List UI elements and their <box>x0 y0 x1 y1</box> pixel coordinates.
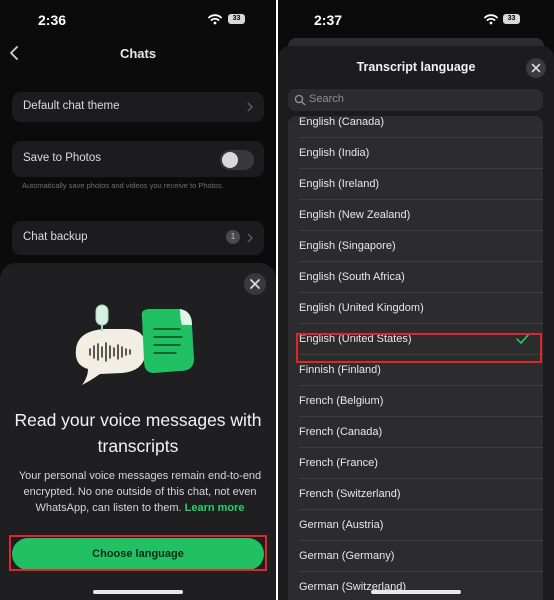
language-option[interactable]: German (Germany) <box>288 541 543 572</box>
default-chat-theme-row[interactable]: Default chat theme <box>12 92 264 122</box>
language-option[interactable]: English (Canada) <box>288 116 543 138</box>
home-indicator <box>93 590 183 594</box>
battery-indicator: 33 <box>503 14 520 24</box>
language-option-label: German (Austria) <box>299 519 384 531</box>
language-option-label: French (Switzerland) <box>299 488 401 500</box>
transcripts-bottom-sheet: Read your voice messages with transcript… <box>0 263 276 600</box>
language-option[interactable]: English (India) <box>288 138 543 169</box>
close-button[interactable] <box>526 58 546 78</box>
chevron-right-icon <box>247 233 253 243</box>
backup-count-badge: 1 <box>226 230 240 244</box>
language-option[interactable]: English (South Africa) <box>288 262 543 293</box>
language-option[interactable]: French (Belgium) <box>288 386 543 417</box>
close-icon <box>250 279 260 289</box>
status-bar: 2:36 33 <box>0 0 276 40</box>
battery-indicator: 33 <box>228 14 245 24</box>
language-option[interactable]: German (Switzerland) <box>288 572 543 600</box>
chat-backup-label: Chat backup <box>23 231 88 243</box>
language-option-label: French (France) <box>299 457 378 469</box>
language-option-label: English (Singapore) <box>299 240 396 252</box>
search-placeholder: Search <box>309 93 344 105</box>
search-icon <box>294 94 306 106</box>
wifi-icon <box>208 14 222 25</box>
wifi-icon <box>484 14 498 25</box>
language-option-label: French (Belgium) <box>299 395 384 407</box>
search-input[interactable]: Search <box>288 89 543 111</box>
chat-backup-row[interactable]: Chat backup 1 <box>12 221 264 255</box>
language-option-label: Finnish (Finland) <box>299 364 381 376</box>
language-option-label: English (India) <box>299 147 370 159</box>
language-option[interactable]: French (France) <box>288 448 543 479</box>
language-option[interactable]: German (Austria) <box>288 510 543 541</box>
language-option[interactable]: English (New Zealand) <box>288 200 543 231</box>
language-option-label: English (South Africa) <box>299 271 405 283</box>
default-chat-theme-label: Default chat theme <box>23 100 120 112</box>
status-time: 2:36 <box>38 12 67 28</box>
highlight-outline <box>9 535 267 571</box>
language-option[interactable]: English (Ireland) <box>288 169 543 200</box>
home-indicator <box>371 590 461 594</box>
selected-highlight-outline <box>296 333 542 363</box>
toggle-knob <box>222 152 238 168</box>
transcript-language-modal: Transcript language Search English (Cana… <box>278 46 554 600</box>
language-option-label: English (United Kingdom) <box>299 302 424 314</box>
save-to-photos-row: Save to Photos <box>12 141 264 177</box>
chevron-right-icon <box>247 102 253 112</box>
status-bar: 2:37 33 <box>278 0 554 40</box>
sheet-description: Your personal voice messages remain end-… <box>14 468 266 516</box>
language-option-label: English (New Zealand) <box>299 209 411 221</box>
save-to-photos-caption: Automatically save photos and videos you… <box>22 181 224 190</box>
language-option[interactable]: English (United Kingdom) <box>288 293 543 324</box>
language-option-label: English (Canada) <box>299 116 384 128</box>
sheet-title: Read your voice messages with transcript… <box>14 410 262 456</box>
save-to-photos-toggle[interactable] <box>220 150 254 170</box>
save-to-photos-label: Save to Photos <box>23 152 101 164</box>
page-title: Chats <box>119 46 157 61</box>
language-option[interactable]: French (Canada) <box>288 417 543 448</box>
status-time: 2:37 <box>314 12 343 28</box>
language-option-label: French (Canada) <box>299 426 383 438</box>
learn-more-link[interactable]: Learn more <box>185 502 245 514</box>
close-button[interactable] <box>244 273 266 295</box>
modal-title: Transcript language <box>356 60 476 74</box>
language-option-label: English (Ireland) <box>299 178 380 190</box>
language-option[interactable]: French (Switzerland) <box>288 479 543 510</box>
language-option[interactable]: English (Singapore) <box>288 231 543 262</box>
transcript-language-screen: 2:37 33 Transcript language Search Engli… <box>278 0 554 600</box>
language-option-label: German (Germany) <box>299 550 395 562</box>
close-icon <box>531 63 541 73</box>
chats-settings-screen: 2:36 33 Chats Default chat theme Save to… <box>0 0 276 600</box>
voice-transcript-illustration <box>75 304 194 385</box>
